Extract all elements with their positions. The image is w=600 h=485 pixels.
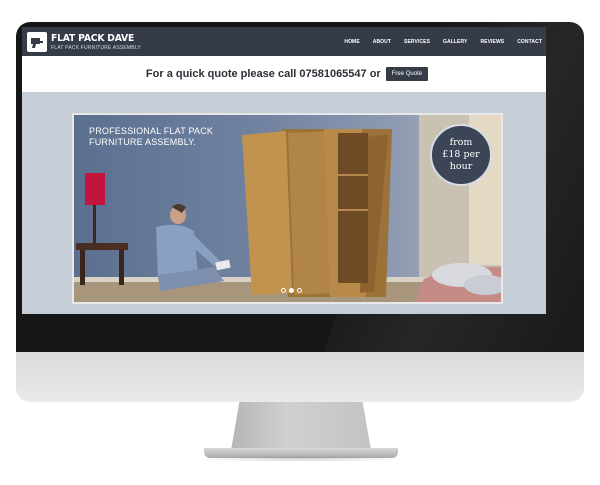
price-badge: from £18 per hour: [430, 124, 492, 186]
monitor-chin: [16, 352, 584, 402]
badge-line3: hour: [449, 161, 473, 172]
nav-services[interactable]: SERVICES: [404, 39, 430, 45]
monitor-stand: [231, 402, 371, 450]
hero-title-line1: PROFESSIONAL FLAT PACK: [89, 126, 214, 136]
site-logo[interactable]: FLAT PACK DAVE FLAT PACK FURNITURE ASSEM…: [27, 31, 141, 53]
nav-about[interactable]: ABOUT: [373, 39, 391, 45]
nav-gallery[interactable]: GALLERY: [443, 39, 467, 45]
nav-reviews[interactable]: REVIEWS: [480, 39, 504, 45]
logo-title: FLAT PACK DAVE: [51, 32, 135, 44]
screen: FLAT PACK DAVE FLAT PACK FURNITURE ASSEM…: [22, 27, 546, 314]
drill-icon: [27, 32, 47, 52]
logo-tagline: FLAT PACK FURNITURE ASSEMBLY: [51, 44, 141, 51]
main-nav: HOME ABOUT SERVICES GALLERY REVIEWS CONT…: [331, 27, 542, 56]
stand-shadow: [196, 456, 406, 462]
hero-slider[interactable]: PROFESSIONAL FLAT PACK FURNITURE ASSEMBL…: [72, 113, 503, 304]
slider-dot[interactable]: [280, 288, 286, 293]
badge-line2: £18 per: [442, 149, 480, 160]
slider-dot[interactable]: [288, 288, 294, 293]
site-header: FLAT PACK DAVE FLAT PACK FURNITURE ASSEM…: [22, 27, 546, 56]
quote-bar: For a quick quote please call 0758106554…: [22, 56, 546, 92]
slider-dots: [279, 288, 303, 293]
nav-contact[interactable]: CONTACT: [517, 39, 542, 45]
free-quote-button[interactable]: Free Quote: [385, 67, 429, 81]
hero-title-line2: FURNITURE ASSEMBLY.: [89, 137, 196, 147]
hero-title: PROFESSIONAL FLAT PACK FURNITURE ASSEMBL…: [89, 126, 279, 148]
badge-line1: from: [449, 137, 473, 148]
nav-home[interactable]: HOME: [344, 39, 359, 45]
quote-text: For a quick quote please call 0758106554…: [145, 68, 381, 80]
slider-dot[interactable]: [296, 288, 302, 293]
